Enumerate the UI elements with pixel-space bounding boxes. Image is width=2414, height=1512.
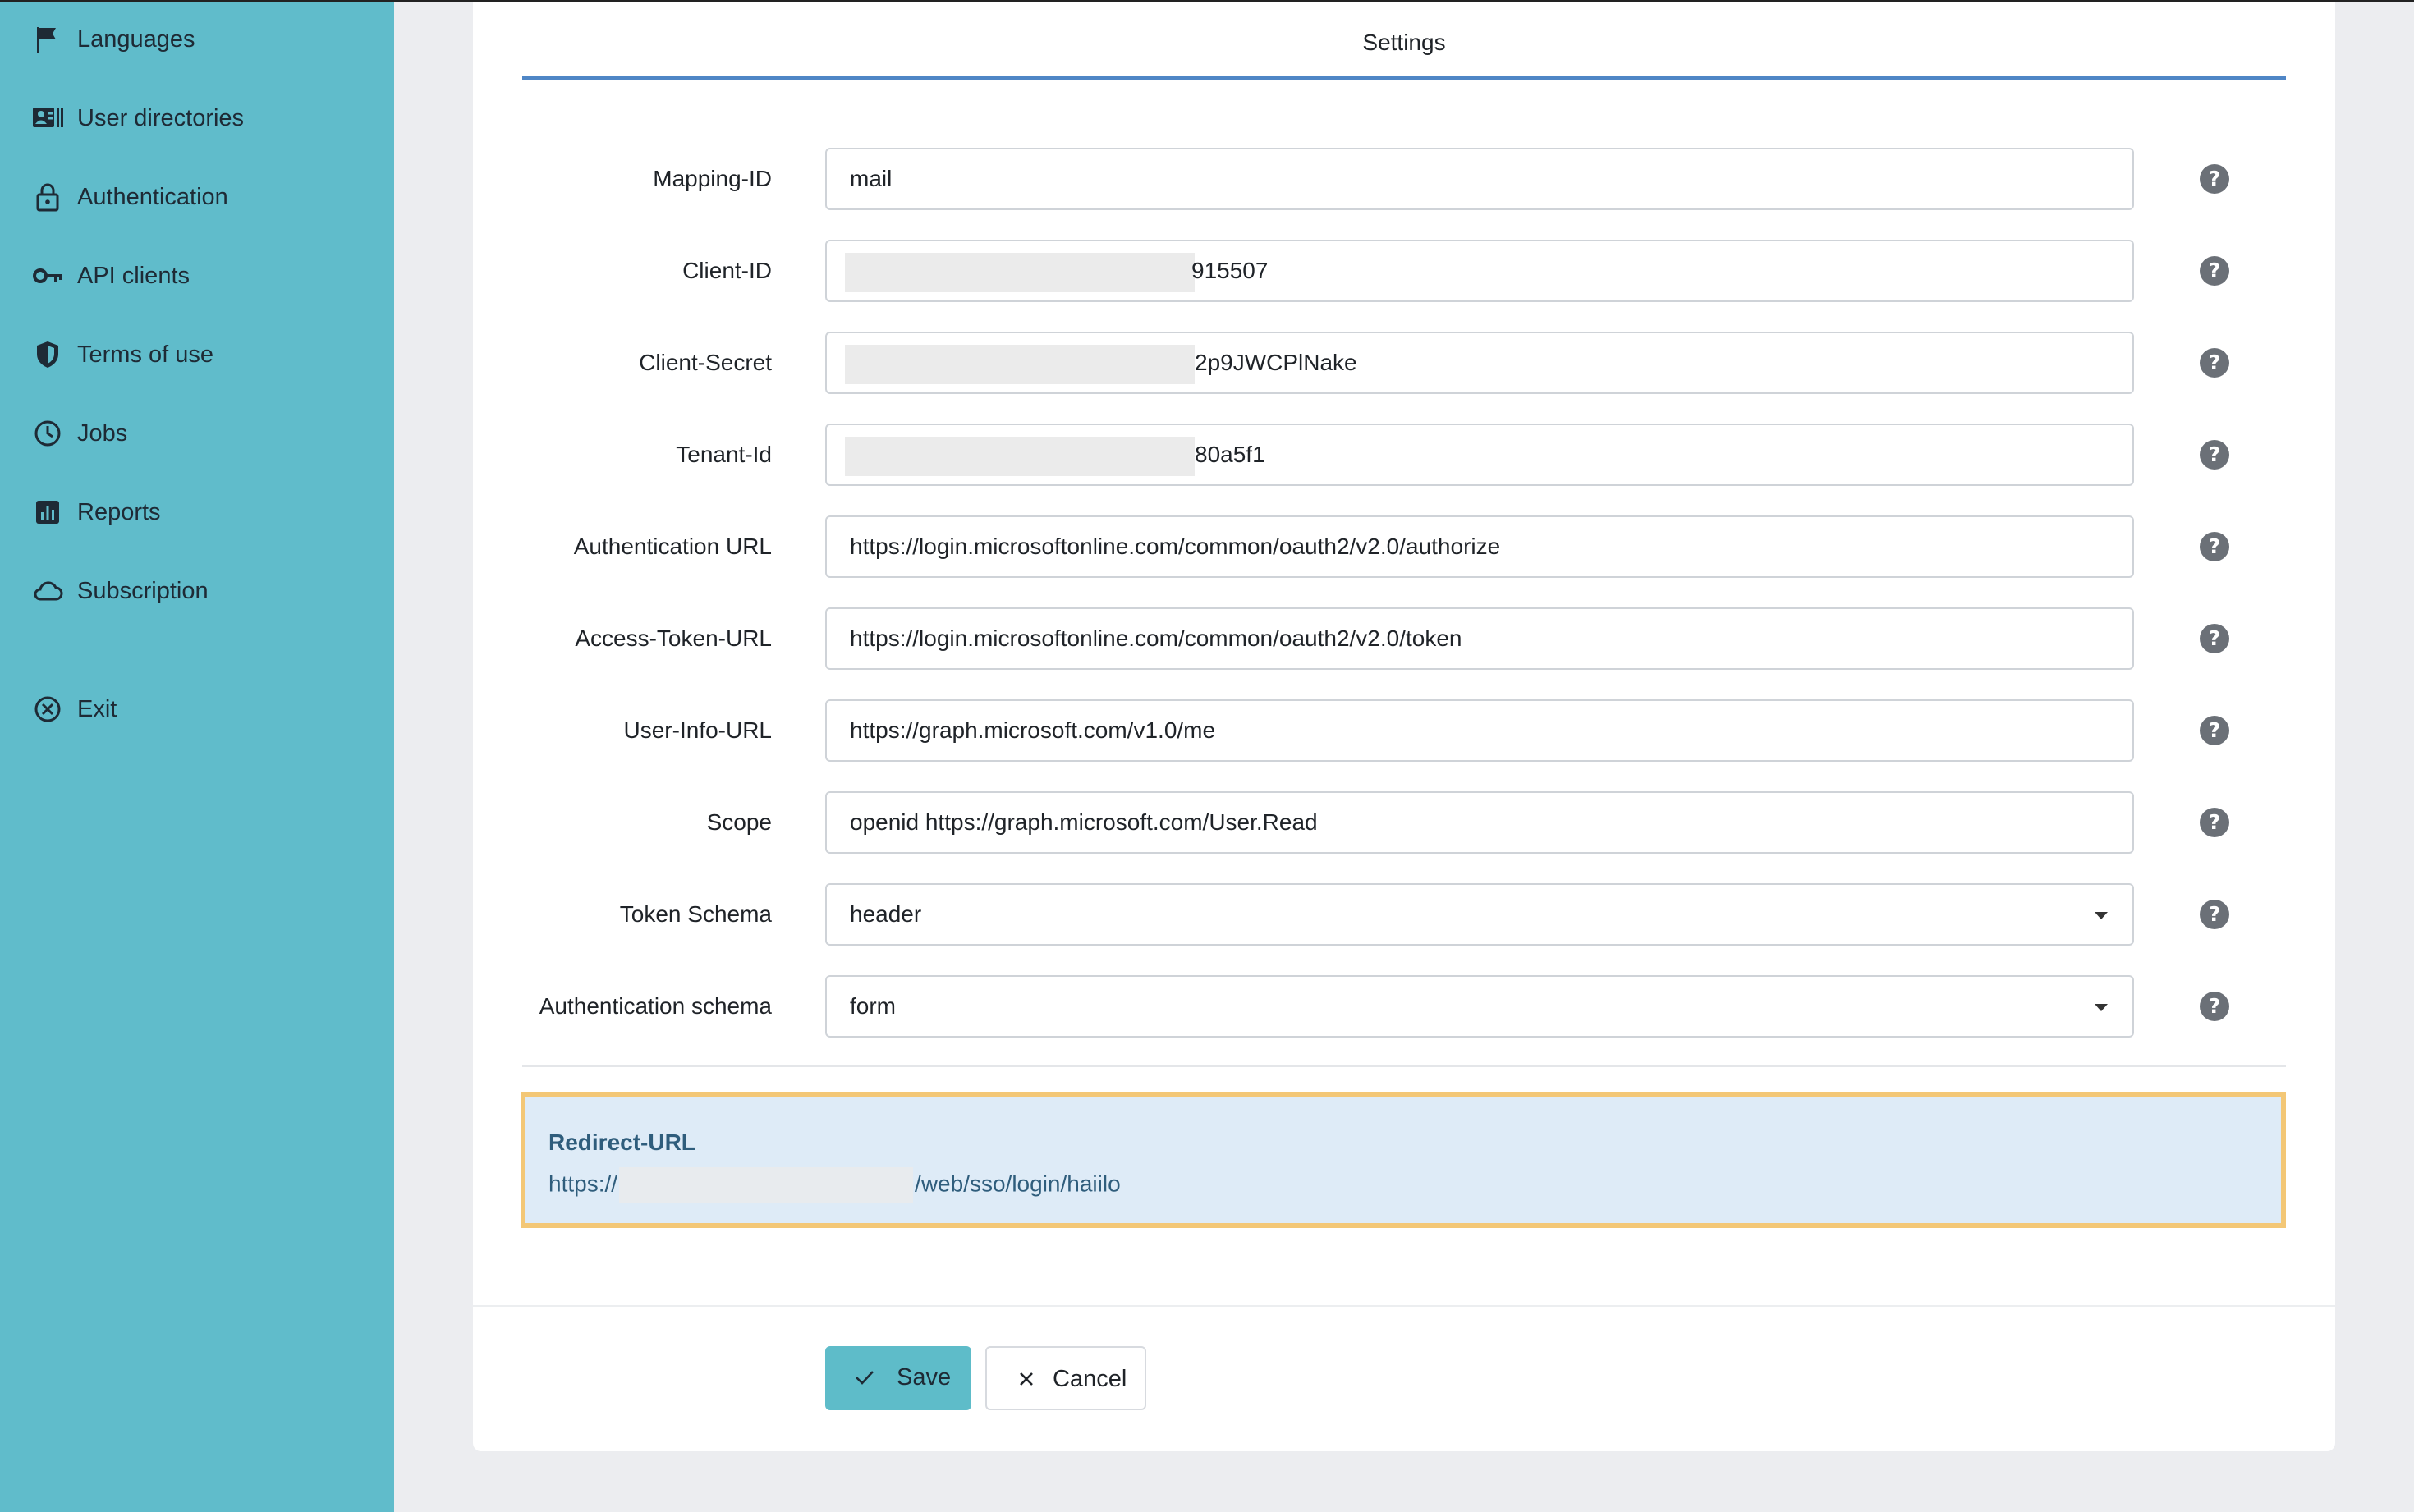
client-secret-input[interactable]: 2p9JWCPlNake — [825, 332, 2134, 394]
scope-input[interactable]: openid https://graph.microsoft.com/User.… — [825, 791, 2134, 854]
form-row-client-secret: Client-Secret 2p9JWCPlNake ? — [0, 332, 2414, 397]
field-label: Authentication URL — [573, 534, 772, 559]
form-row-token-schema: Token Schema header ? — [0, 883, 2414, 949]
help-icon[interactable]: ? — [2200, 900, 2229, 929]
field-label: Scope — [706, 809, 772, 835]
footer-divider — [473, 1305, 2335, 1307]
form-row-mapping-id: Mapping-ID mail ? — [0, 148, 2414, 213]
redirect-url-suffix: /web/sso/login/haiilo — [915, 1171, 1121, 1197]
active-tab-indicator — [522, 76, 2286, 80]
form-row-scope: Scope openid https://graph.microsoft.com… — [0, 791, 2414, 857]
form-row-authentication-schema: Authentication schema form ? — [0, 975, 2414, 1041]
sidebar-item-label: Languages — [77, 25, 195, 53]
help-icon[interactable]: ? — [2200, 808, 2229, 837]
field-label: User-Info-URL — [623, 717, 772, 743]
caret-down-icon — [2095, 1004, 2108, 1011]
authentication-schema-select[interactable]: form — [825, 975, 2134, 1038]
field-label: Client-ID — [682, 258, 772, 283]
client-id-input[interactable]: 915507 — [825, 240, 2134, 302]
sidebar-item-user-directories[interactable]: User directories — [0, 89, 394, 147]
input-value: https://login.microsoftonline.com/common… — [850, 534, 1501, 559]
section-divider — [522, 1065, 2286, 1067]
sidebar-item-label: Subscription — [77, 577, 209, 604]
field-label: Access-Token-URL — [575, 625, 772, 651]
redacted-region — [845, 253, 1195, 292]
help-icon[interactable]: ? — [2200, 440, 2229, 470]
help-icon[interactable]: ? — [2200, 532, 2229, 561]
cancel-button-label: Cancel — [1053, 1366, 1127, 1392]
access-token-url-input[interactable]: https://login.microsoftonline.com/common… — [825, 607, 2134, 670]
user-info-url-input[interactable]: https://graph.microsoft.com/v1.0/me — [825, 699, 2134, 762]
form-row-authentication-url: Authentication URL https://login.microso… — [0, 515, 2414, 581]
help-icon[interactable]: ? — [2200, 164, 2229, 194]
authentication-url-input[interactable]: https://login.microsoftonline.com/common… — [825, 515, 2134, 578]
form-row-access-token-url: Access-Token-URL https://login.microsoft… — [0, 607, 2414, 673]
field-label: Token Schema — [619, 901, 772, 927]
help-icon[interactable]: ? — [2200, 716, 2229, 745]
tenant-id-input[interactable]: 80a5f1 — [825, 424, 2134, 486]
redirect-url-title: Redirect-URL — [548, 1129, 695, 1155]
redirect-url-value: https:// /web/sso/login/haiilo — [548, 1167, 1121, 1203]
input-value: mail — [850, 166, 893, 191]
sidebar-item-languages[interactable]: Languages — [0, 11, 394, 68]
window-top-border — [0, 0, 2414, 2]
input-value: 915507 — [1191, 258, 1269, 283]
form-row-client-id: Client-ID 915507 ? — [0, 240, 2414, 305]
input-value: openid https://graph.microsoft.com/User.… — [850, 809, 1318, 835]
form-row-tenant-id: Tenant-Id 80a5f1 ? — [0, 424, 2414, 489]
redacted-region — [619, 1167, 914, 1203]
address-book-icon — [31, 102, 64, 135]
field-label: Tenant-Id — [676, 442, 772, 467]
input-value: https://graph.microsoft.com/v1.0/me — [850, 717, 1216, 743]
check-icon — [851, 1364, 878, 1391]
redacted-region — [845, 437, 1195, 476]
cancel-button[interactable]: Cancel — [985, 1346, 1146, 1410]
mapping-id-input[interactable]: mail — [825, 148, 2134, 210]
field-label: Authentication schema — [539, 993, 772, 1019]
caret-down-icon — [2095, 912, 2108, 919]
help-icon[interactable]: ? — [2200, 624, 2229, 653]
help-icon[interactable]: ? — [2200, 348, 2229, 378]
field-label: Client-Secret — [639, 350, 772, 375]
redirect-url-info-box: Redirect-URL https:// /web/sso/login/haii… — [521, 1092, 2286, 1228]
selected-value: form — [850, 993, 896, 1019]
form-row-user-info-url: User-Info-URL https://graph.microsoft.co… — [0, 699, 2414, 765]
input-value: 2p9JWCPlNake — [1195, 350, 1357, 375]
field-label: Mapping-ID — [653, 166, 772, 191]
redacted-region — [845, 345, 1195, 384]
close-icon — [1013, 1366, 1039, 1392]
input-value: 80a5f1 — [1195, 442, 1265, 467]
tab-settings[interactable]: Settings — [522, 30, 2286, 56]
input-value: https://login.microsoftonline.com/common… — [850, 625, 1462, 651]
save-button[interactable]: Save — [825, 1346, 971, 1410]
sidebar-item-label: User directories — [77, 104, 245, 131]
help-icon[interactable]: ? — [2200, 256, 2229, 286]
redirect-url-prefix: https:// — [548, 1171, 618, 1197]
selected-value: header — [850, 901, 922, 927]
flag-icon — [31, 23, 64, 56]
save-button-label: Save — [897, 1364, 952, 1391]
token-schema-select[interactable]: header — [825, 883, 2134, 946]
help-icon[interactable]: ? — [2200, 992, 2229, 1021]
